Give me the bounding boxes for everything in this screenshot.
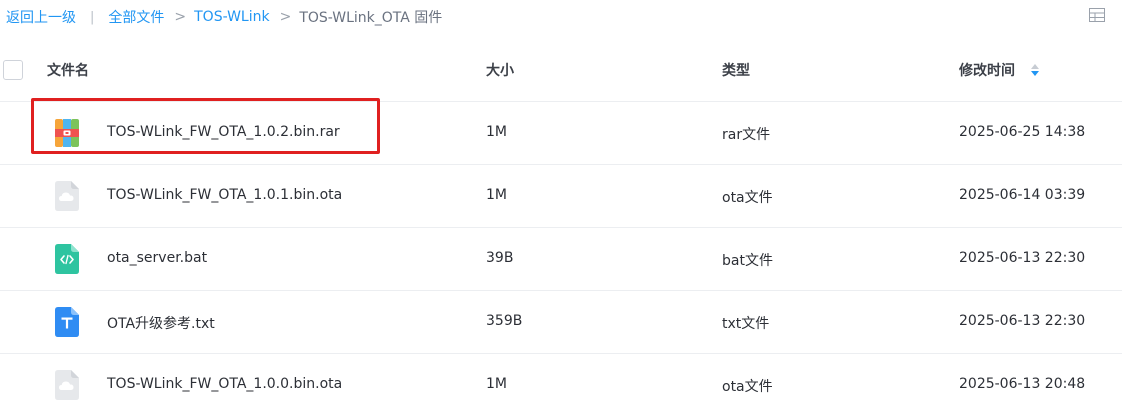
file-size: 1M xyxy=(486,187,507,203)
file-modified: 2025-06-14 03:39 xyxy=(959,187,1086,203)
text-file-icon xyxy=(55,307,79,337)
header-modified[interactable]: 修改时间 xyxy=(959,60,1015,80)
table-row[interactable]: OTA升级参考.txt 359B txt文件 2025-06-13 22:30 xyxy=(0,291,1122,354)
breadcrumb: 返回上一级 | 全部文件 > TOS-WLink > TOS-WLink_OTA… xyxy=(6,6,442,28)
chevron-right-icon: > xyxy=(174,9,187,25)
table-row[interactable]: TOS-WLink_FW_OTA_1.0.2.bin.rar 1M rar文件 … xyxy=(0,102,1122,165)
file-type: rar文件 xyxy=(722,127,771,143)
file-type: bat文件 xyxy=(722,253,773,269)
file-name[interactable]: ota_server.bat xyxy=(107,250,207,266)
breadcrumb-current: TOS-WLink_OTA 固件 xyxy=(299,10,443,26)
file-type: ota文件 xyxy=(722,379,773,395)
breadcrumb-all-files[interactable]: 全部文件 xyxy=(108,7,164,27)
file-name[interactable]: OTA升级参考.txt xyxy=(107,313,215,333)
cloud-file-icon xyxy=(55,370,79,400)
table-row[interactable]: TOS-WLink_FW_OTA_1.0.0.bin.ota 1M ota文件 … xyxy=(0,354,1122,410)
file-name[interactable]: TOS-WLink_FW_OTA_1.0.2.bin.rar xyxy=(107,124,340,140)
sort-icon[interactable] xyxy=(1030,62,1040,78)
file-browser: 返回上一级 | 全部文件 > TOS-WLink > TOS-WLink_OTA… xyxy=(0,0,1122,410)
breadcrumb-tos-wlink[interactable]: TOS-WLink xyxy=(194,9,269,25)
file-size: 359B xyxy=(486,313,523,329)
file-modified: 2025-06-13 22:30 xyxy=(959,250,1086,266)
code-file-icon xyxy=(55,244,79,274)
header-name[interactable]: 文件名 xyxy=(47,60,89,80)
cloud-file-icon xyxy=(55,181,79,211)
file-type: ota文件 xyxy=(722,190,773,206)
header-type[interactable]: 类型 xyxy=(722,60,750,80)
back-link[interactable]: 返回上一级 xyxy=(6,7,76,27)
table-row[interactable]: ota_server.bat 39B bat文件 2025-06-13 22:3… xyxy=(0,228,1122,291)
rar-archive-icon xyxy=(55,119,79,147)
grid-view-icon[interactable] xyxy=(1089,8,1105,22)
header-size[interactable]: 大小 xyxy=(486,60,514,80)
file-size: 1M xyxy=(486,124,507,140)
table-row[interactable]: TOS-WLink_FW_OTA_1.0.1.bin.ota 1M ota文件 … xyxy=(0,165,1122,228)
file-modified: 2025-06-25 14:38 xyxy=(959,124,1086,140)
file-modified: 2025-06-13 20:48 xyxy=(959,376,1086,392)
file-size: 1M xyxy=(486,376,507,392)
table-header: 文件名 大小 类型 修改时间 xyxy=(0,54,1122,86)
chevron-right-icon: > xyxy=(279,9,292,25)
file-name[interactable]: TOS-WLink_FW_OTA_1.0.1.bin.ota xyxy=(107,187,342,203)
file-size: 39B xyxy=(486,250,514,266)
breadcrumb-divider: | xyxy=(90,9,95,25)
file-modified: 2025-06-13 22:30 xyxy=(959,313,1086,329)
file-type: txt文件 xyxy=(722,316,770,332)
file-name[interactable]: TOS-WLink_FW_OTA_1.0.0.bin.ota xyxy=(107,376,342,392)
